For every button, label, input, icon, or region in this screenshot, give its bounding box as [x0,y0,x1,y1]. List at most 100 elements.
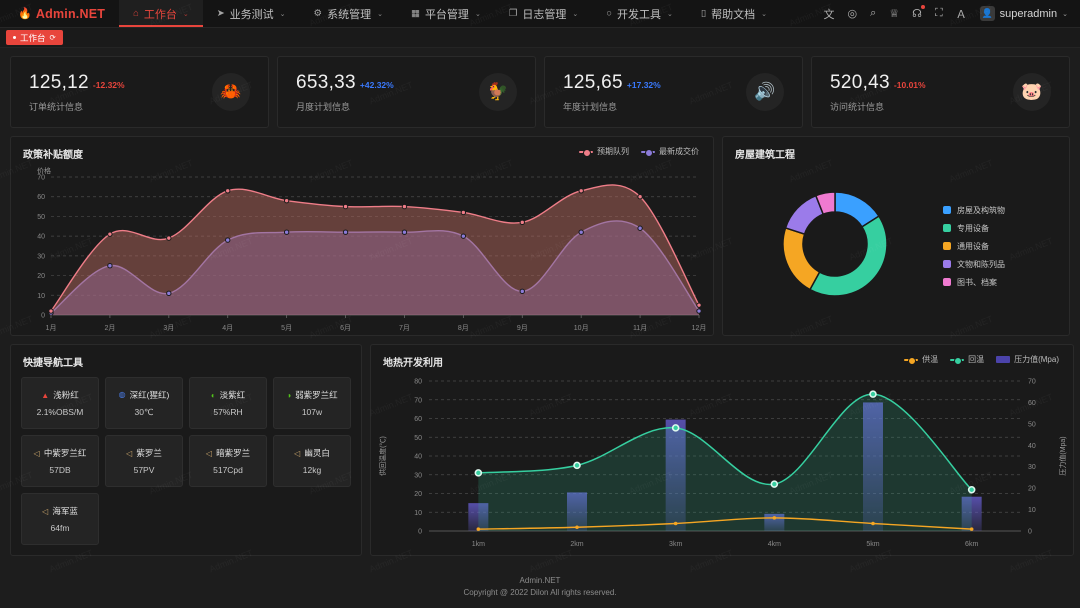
svg-text:5km: 5km [866,541,879,548]
panel-geothermal: 地热开发利用 供温 回温 压力值(Mpa) 0 10 20 30 40 50 6… [370,344,1074,556]
svg-text:40: 40 [37,234,45,241]
theme-icon[interactable]: ◎ [848,7,858,20]
nav-item-4[interactable]: ▦ 平台管理 ⌄ [397,0,495,27]
top-navigation-bar: 🔥 Admin.NET ⌂ 工作台 ⌄ ➤ 业务测试 ⌄ ⚙ 系统管理 ⌄ ▦ 平台管理 ⌄ ❐ 日志管理… [0,0,1080,28]
tool-value: 30℃ [134,406,154,417]
donut-legend-item-4[interactable]: 文物和陈列品 [943,259,1005,270]
legend-label: 专用设备 [957,223,989,233]
shirt-icon[interactable]: ♕ [889,7,899,20]
chevron-down-icon: ⌄ [572,10,579,18]
sound-icon: ◁ [42,506,49,516]
power-icon: ◑ [286,390,292,400]
tool-card-9[interactable]: ◁ 海军蓝 64fm [21,493,99,545]
nav-item-2[interactable]: ➤ 业务测试 ⌄ [203,0,300,27]
svg-text:12月: 12月 [692,324,707,332]
legend-color-box [943,242,951,250]
svg-text:10: 10 [414,510,422,517]
user-menu[interactable]: 👤 superadmin ⌄ [979,6,1068,21]
nav-item-6[interactable]: ○ 开发工具 ⌄ [592,0,687,27]
tool-card-7[interactable]: ◁ 暗紫罗兰 517Cpd [189,435,267,487]
grid-icon: ▦ [410,8,420,19]
sound-icon: ◁ [205,448,213,458]
send-icon: ➤ [216,8,225,19]
svg-text:6km: 6km [965,541,978,548]
crab-icon: 🦀 [212,73,250,111]
kpi-label: 访问统计信息 [830,101,885,112]
panel-building-engineering: 房屋建筑工程 房屋及构筑物 专用设备通用设备文物和陈列品 图书、档案 [722,136,1070,336]
tab-workbench[interactable]: 工作台 ⟳ [6,30,63,45]
svg-text:60: 60 [1028,400,1036,407]
donut-legend-item-1[interactable]: 房屋及构筑物 [943,205,1005,216]
middle-row: 政策补贴额度 预期队列 最新成交价 价格 0 10 20 30 40 50 60 70 1月 2月 3… [10,136,1070,336]
tool-value: 57PV [133,465,155,475]
tool-value: 57%RH [213,407,243,417]
nav-item-1[interactable]: ⌂ 工作台 ⌄ [119,0,203,27]
tool-card-5[interactable]: ◁ 中紫罗兰红 57DB [21,435,99,487]
kpi-card-4[interactable]: 520,43 -10.01% 访问统计信息 🐷 [811,56,1070,128]
tool-head: ◐ 淡紫红 [211,389,245,401]
svg-text:10月: 10月 [574,324,589,332]
legend-item-pressure[interactable]: 压力值(Mpa) [996,354,1059,365]
tool-card-4[interactable]: ◑ 弱紫罗兰红 107w [273,377,351,429]
book-icon: ▯ [700,8,707,19]
svg-text:30: 30 [414,472,422,479]
translate-icon[interactable]: 文 [824,6,835,22]
legend-item-expected[interactable]: 预期队列 [579,146,629,157]
donut-legend-item-3[interactable]: 通用设备 [943,241,1005,252]
donut-legend-item-2[interactable]: 专用设备 [943,223,1005,234]
kpi-card-3[interactable]: 125,65 +17.32% 年度计划信息 🔊 [544,56,803,128]
tool-card-6[interactable]: ◁ 紫罗兰 57PV [105,435,183,487]
tool-card-3[interactable]: ◐ 淡紫红 57%RH [189,377,267,429]
legend-donut: 房屋及构筑物 专用设备通用设备文物和陈列品 图书、档案 [943,205,1005,288]
tool-card-2[interactable]: ◍ 深红(猩红) 30℃ [105,377,183,429]
speaker-icon: 🔊 [746,73,784,111]
legend-swatch-pressure [996,356,1011,363]
legend-marker-return [950,356,965,365]
svg-text:1月: 1月 [46,324,57,332]
fullscreen-icon[interactable]: ⛶ [935,7,943,20]
panel-title-donut: 房屋建筑工程 [735,150,795,161]
legend-label-return: 回温 [968,355,985,364]
svg-text:30: 30 [37,253,45,260]
legend-color-box [943,224,951,232]
kpi-text: 125,12 -12.32% 订单统计信息 [29,72,125,113]
profile-icon[interactable]: Ａ [956,6,967,22]
legend-marker-latest [641,148,655,157]
legend-item-supply-temp[interactable]: 供温 [904,354,938,365]
svg-text:70: 70 [414,397,422,404]
tool-card-1[interactable]: ▲ 浅粉红 2.1%OBS/M [21,377,99,429]
bell-icon[interactable]: ☊ [912,5,925,20]
kpi-label: 订单统计信息 [29,101,84,112]
svg-text:6月: 6月 [340,324,351,332]
svg-text:3km: 3km [669,541,682,548]
notification-badge [920,5,925,9]
fire-icon: 🔥 [18,8,32,20]
kpi-card-2[interactable]: 653,33 +42.32% 月度计划信息 🐓 [277,56,536,128]
search-icon[interactable]: ⌕ [870,7,876,20]
nav-item-3[interactable]: ⚙ 系统管理 ⌄ [300,0,397,27]
tool-value: 2.1%OBS/M [36,407,84,417]
svg-text:8月: 8月 [458,324,469,332]
brand-logo[interactable]: 🔥 Admin.NET [0,0,119,27]
legend-item-latest[interactable]: 最新成交价 [641,146,699,157]
svg-text:50: 50 [37,214,45,221]
main-content: 125,12 -12.32% 订单统计信息 🦀 653,33 +42.32% 月度计划信息 🐓… [0,48,1080,608]
panel-policy-subsidy: 政策补贴额度 预期队列 最新成交价 价格 0 10 20 30 40 50 60 70 1月 2月 3… [10,136,714,336]
nav-item-7[interactable]: ▯ 帮助文档 ⌄ [687,0,781,27]
legend-color-box [943,260,951,268]
tool-value: 517Cpd [213,465,243,475]
legend-color-box [943,278,951,286]
footer-title: Admin.NET [519,575,561,585]
legend-label: 图书、档案 [957,277,997,287]
pig-icon: 🐷 [1013,73,1051,111]
svg-text:2km: 2km [570,541,583,548]
refresh-icon[interactable]: ⟳ [50,33,56,42]
svg-text:5月: 5月 [281,324,292,332]
panel-quick-nav-tools: 快捷导航工具 ▲ 浅粉红 2.1%OBS/M ◍ 深红(猩红) 30℃ ◐ 淡紫红 57%RH ◑… [10,344,362,556]
kpi-card-1[interactable]: 125,12 -12.32% 订单统计信息 🦀 [10,56,269,128]
donut-legend-item-5[interactable]: 图书、档案 [943,277,1005,288]
nav-item-5[interactable]: ❐ 日志管理 ⌄ [495,0,592,27]
tool-name: 浅粉红 [53,390,79,400]
tool-card-8[interactable]: ◁ 幽灵白 12kg [273,435,351,487]
legend-item-return-temp[interactable]: 回温 [950,354,984,365]
